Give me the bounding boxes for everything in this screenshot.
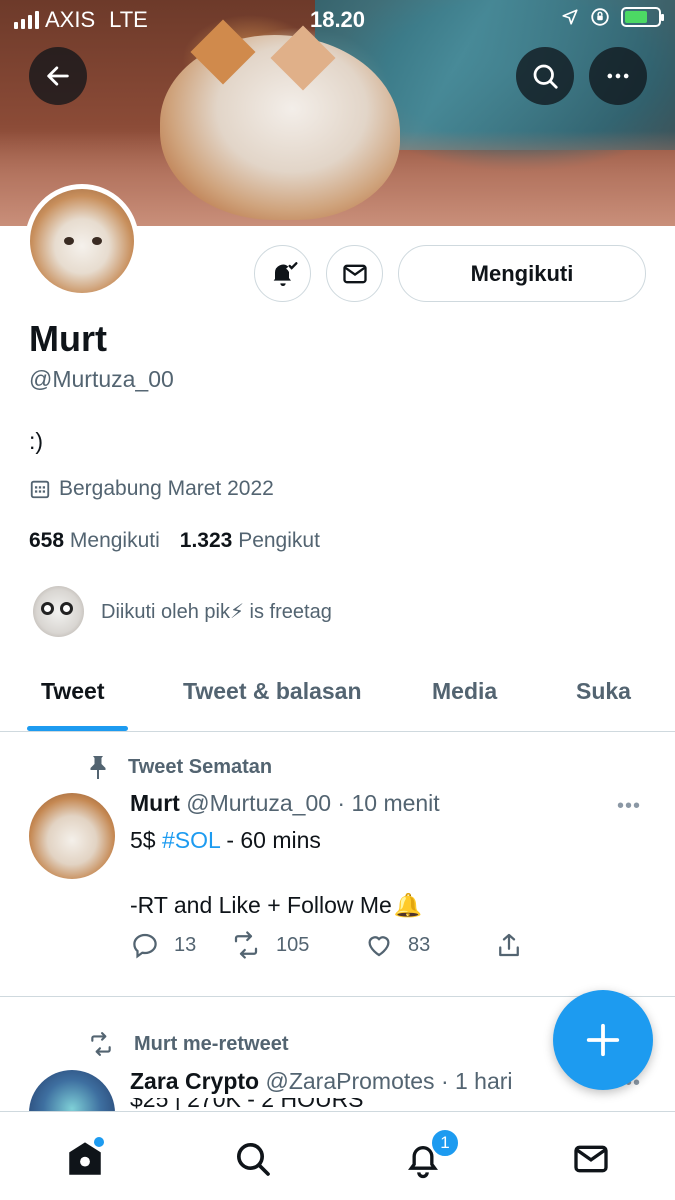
tweet-author-handle: @Murtuza_00 <box>186 790 332 816</box>
tweet-author-handle: @ZaraPromotes <box>265 1068 435 1094</box>
tweet-text-line2: -RT and Like + Follow Me <box>130 892 392 918</box>
tweet-text-preview: $25 | 270K - 2 HOURS <box>130 1098 530 1110</box>
tweet-text-suffix: - 60 mins <box>219 827 321 853</box>
search-button[interactable] <box>516 47 574 105</box>
profile-tabs: Tweet Tweet & balasan Media Suka <box>0 660 675 732</box>
following-stat[interactable]: 658 Mengikuti <box>29 529 160 553</box>
tweet-author-name[interactable]: Murt <box>130 790 180 816</box>
following-count: 658 <box>29 529 65 552</box>
retweet-icon <box>234 931 258 959</box>
nav-search[interactable] <box>230 1136 276 1182</box>
profile-handle: @Murtuza_00 <box>29 366 174 392</box>
retweet-context-text: Murt me-retweet <box>134 1032 289 1055</box>
search-icon <box>533 64 558 89</box>
tweet-divider <box>0 996 675 997</box>
pinned-label: Tweet Sematan <box>86 754 272 780</box>
rotation-lock-icon <box>591 8 609 26</box>
reply-icon <box>133 933 157 959</box>
status-icons <box>561 6 664 28</box>
tab-media[interactable]: Media <box>432 678 497 705</box>
envelope-icon <box>342 264 367 283</box>
nav-messages[interactable] <box>568 1136 614 1182</box>
tab-tweet[interactable]: Tweet <box>41 678 104 705</box>
more-options-button[interactable] <box>589 47 647 105</box>
follower-avatar <box>33 586 84 637</box>
profile-name: Murt <box>29 318 107 359</box>
following-button[interactable]: Mengikuti <box>398 245 646 302</box>
message-button[interactable] <box>326 245 383 302</box>
followed-by-row[interactable]: Diikuti oleh pik⚡ is freetag <box>33 586 332 637</box>
bottom-navigation: 1 <box>0 1111 675 1200</box>
share-button[interactable] <box>494 930 524 960</box>
location-icon <box>562 9 578 25</box>
tweet-actions: 13 105 83 <box>130 930 524 960</box>
joined-text: Bergabung Maret 2022 <box>59 477 274 500</box>
active-tab-indicator <box>27 726 128 731</box>
joined-date: Bergabung Maret 2022 <box>29 477 274 501</box>
pin-icon <box>90 756 106 779</box>
tweet-more-button[interactable]: ••• <box>617 795 641 818</box>
profile-bio: :) <box>29 428 44 454</box>
retweet-icon <box>91 1032 111 1056</box>
tweet-header: Murt @Murtuza_00 · 10 menit <box>130 790 440 817</box>
retweet-count: 105 <box>276 933 310 956</box>
bell-emoji: 🔔 <box>393 892 423 918</box>
tweet-time: · 1 hari <box>440 1068 513 1094</box>
tweet-body[interactable]: 5$ #SOL - 60 mins -RT and Like + Follow … <box>130 824 423 921</box>
reply-count: 13 <box>174 933 197 956</box>
following-label: Mengikuti <box>69 529 160 552</box>
status-bar: AXIS LTE 18.20 <box>0 0 675 36</box>
followers-count: 1.323 <box>179 529 233 552</box>
heart-icon <box>368 936 390 957</box>
retweet-button[interactable]: 105 <box>230 930 364 960</box>
tweet-line-2: -RT and Like + Follow Me 🔔 <box>130 889 423 921</box>
tweet-text-prefix: 5$ <box>130 827 162 853</box>
tab-tweet-replies[interactable]: Tweet & balasan <box>183 678 362 705</box>
tweet-author-name[interactable]: Zara Crypto <box>130 1068 259 1094</box>
tweet-time: · 10 menit <box>337 790 440 816</box>
arrow-left-icon <box>47 66 69 86</box>
notifications-toggle-button[interactable] <box>254 245 311 302</box>
plus-icon <box>586 1023 620 1057</box>
compose-tweet-button[interactable] <box>553 990 653 1090</box>
share-icon <box>499 933 519 957</box>
tweet-text-clipped: $25 | 270K - 2 HOURS <box>130 1098 530 1110</box>
like-count: 83 <box>408 933 431 956</box>
tweet-author-avatar[interactable] <box>29 793 115 879</box>
back-button[interactable] <box>29 47 87 105</box>
notifications-badge: 1 <box>430 1128 460 1158</box>
hashtag-link[interactable]: #SOL <box>162 827 220 853</box>
followed-by-text: Diikuti oleh pik⚡ is freetag <box>101 601 332 623</box>
bell-check-icon <box>273 261 298 286</box>
envelope-icon <box>574 1145 608 1173</box>
pinned-text: Tweet Sematan <box>128 755 273 778</box>
follow-stats: 658 Mengikuti 1.323 Pengikut <box>29 529 320 553</box>
tweet-header: Zara Crypto @ZaraPromotes · 1 hari <box>130 1068 513 1095</box>
battery-icon <box>621 7 664 27</box>
profile-avatar[interactable] <box>25 184 139 298</box>
retweet-context: Murt me-retweet <box>86 1031 288 1057</box>
tweet-line-1: 5$ #SOL - 60 mins <box>130 824 423 856</box>
like-button[interactable]: 83 <box>364 930 494 960</box>
calendar-icon <box>30 480 50 499</box>
reply-button[interactable]: 13 <box>130 930 230 960</box>
search-icon <box>237 1143 270 1176</box>
followers-label: Pengikut <box>238 529 320 552</box>
home-unread-dot <box>94 1137 104 1147</box>
followers-stat[interactable]: 1.323 Pengikut <box>180 529 320 553</box>
tab-likes[interactable]: Suka <box>576 678 631 705</box>
more-horizontal-icon <box>607 73 629 79</box>
